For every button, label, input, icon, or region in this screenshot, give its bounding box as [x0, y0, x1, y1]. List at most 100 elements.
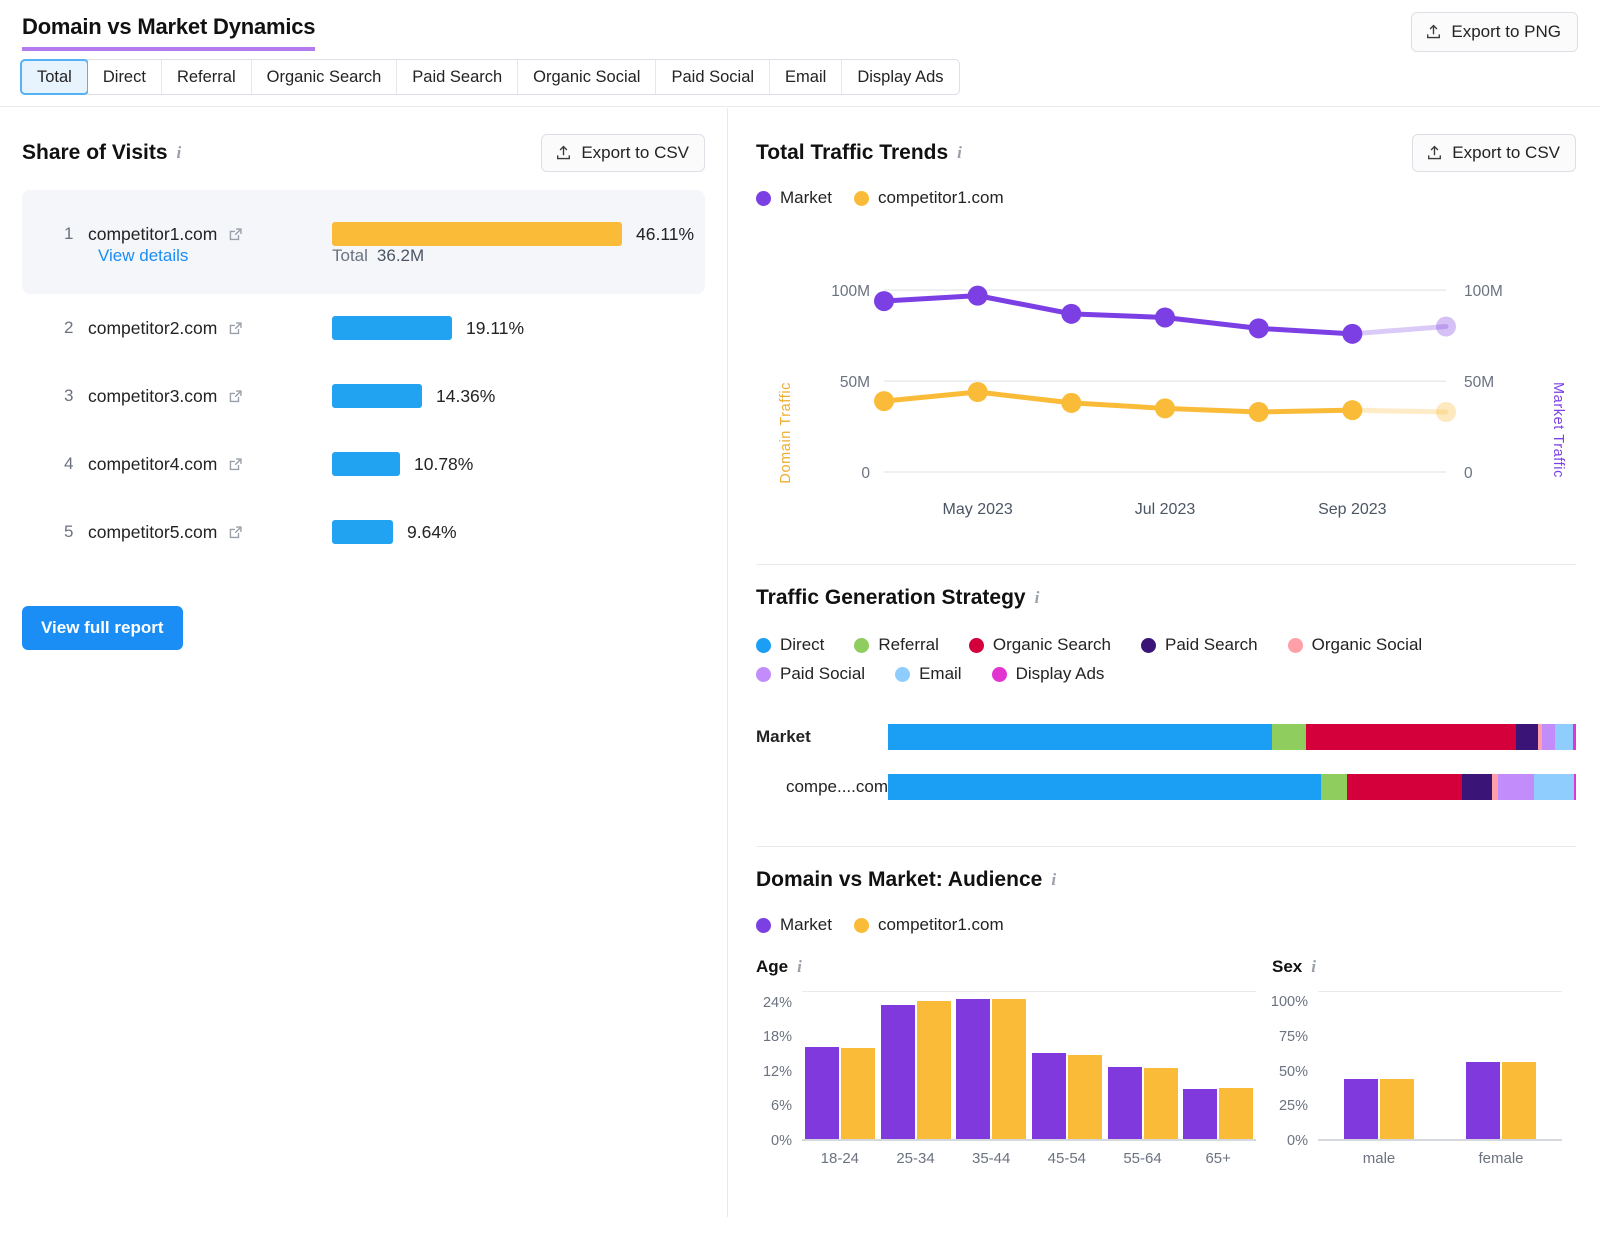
- total-label: Total: [332, 246, 368, 265]
- bar-market[interactable]: [804, 1046, 839, 1139]
- legend-item-market[interactable]: Market: [756, 188, 832, 208]
- tab-organic-search[interactable]: Organic Search: [251, 60, 398, 94]
- stack-segment-paid-search[interactable]: [1516, 724, 1539, 750]
- view-full-report-button[interactable]: View full report: [22, 606, 183, 650]
- legend-item-competitor1-com[interactable]: competitor1.com: [853, 188, 1004, 208]
- legend-item-email[interactable]: Email: [895, 664, 962, 684]
- x-tick-label: May 2023: [943, 501, 1013, 518]
- bar-competitor1-com[interactable]: [1067, 1055, 1102, 1139]
- data-point[interactable]: [1436, 316, 1456, 337]
- tab-direct[interactable]: Direct: [87, 60, 162, 94]
- legend-item-display-ads[interactable]: Display Ads: [991, 664, 1104, 684]
- share-of-visits-export-csv-button[interactable]: Export to CSV: [541, 134, 706, 172]
- bar-competitor1-com[interactable]: [1380, 1078, 1414, 1139]
- bar-market[interactable]: [1183, 1088, 1218, 1139]
- legend-item-organic-social[interactable]: Organic Social: [1287, 635, 1422, 655]
- tab-paid-social[interactable]: Paid Social: [656, 60, 771, 94]
- legend-color-dot: [1141, 637, 1156, 653]
- share-of-visits-row[interactable]: 2 competitor2.com 19.11%: [22, 294, 705, 362]
- share-of-visits-row[interactable]: 3 competitor3.com 14.36%: [22, 362, 705, 430]
- share-bar: [332, 384, 422, 408]
- stack-segment-organic-search[interactable]: [1305, 724, 1517, 750]
- data-point[interactable]: [1248, 402, 1269, 422]
- data-point[interactable]: [1248, 318, 1269, 339]
- data-point[interactable]: [874, 291, 894, 312]
- legend-item-organic-search[interactable]: Organic Search: [968, 635, 1111, 655]
- info-icon[interactable]: i: [1035, 588, 1040, 608]
- legend-item-paid-social[interactable]: Paid Social: [756, 664, 865, 684]
- stack-segment-referral[interactable]: [1271, 724, 1306, 750]
- traffic-trends-export-csv-button[interactable]: Export to CSV: [1412, 134, 1576, 172]
- share-percent-label: 14.36%: [436, 385, 496, 406]
- info-icon[interactable]: i: [177, 143, 182, 163]
- bar-competitor1-com[interactable]: [916, 1000, 951, 1139]
- bar-competitor1-com[interactable]: [992, 998, 1027, 1139]
- export-to-png-button[interactable]: Export to PNG: [1411, 12, 1578, 52]
- view-details-link[interactable]: View details: [22, 246, 332, 266]
- stack-segment-email[interactable]: [1534, 774, 1574, 800]
- tab-organic-social[interactable]: Organic Social: [518, 60, 657, 94]
- tab-referral[interactable]: Referral: [161, 60, 252, 94]
- bar-competitor1-com[interactable]: [1502, 1062, 1536, 1139]
- data-point[interactable]: [1436, 402, 1456, 422]
- data-point[interactable]: [1061, 303, 1082, 324]
- share-of-visits-row[interactable]: 5 competitor5.com 9.64%: [22, 498, 705, 566]
- external-link-icon[interactable]: [217, 457, 243, 472]
- legend-item-direct[interactable]: Direct: [756, 635, 824, 655]
- bar-competitor1-com[interactable]: [1143, 1067, 1178, 1139]
- data-point[interactable]: [1061, 392, 1082, 413]
- data-point[interactable]: [1155, 307, 1175, 328]
- channel-tabs[interactable]: Total Direct Referral Organic Search Paid Se…: [20, 59, 960, 95]
- data-point[interactable]: [1342, 400, 1363, 421]
- data-point[interactable]: [1155, 398, 1175, 419]
- legend-label: competitor1.com: [877, 188, 1004, 207]
- share-of-visits-row[interactable]: 4 competitor4.com 10.78%: [22, 430, 705, 498]
- stack-segment-organic-search[interactable]: [1346, 774, 1463, 800]
- legend-item-paid-search[interactable]: Paid Search: [1141, 635, 1258, 655]
- stack-segment-email[interactable]: [1555, 724, 1574, 750]
- bar-market[interactable]: [1344, 1078, 1378, 1139]
- external-link-icon[interactable]: [217, 389, 243, 404]
- info-icon[interactable]: i: [1051, 870, 1056, 890]
- share-of-visits-row[interactable]: 1 competitor1.com 46.11% View details To…: [22, 190, 706, 294]
- stack-segment-display-ads[interactable]: [1573, 774, 1576, 800]
- bar-market[interactable]: [1107, 1067, 1142, 1139]
- stack-segment-paid-search[interactable]: [1462, 774, 1493, 800]
- external-link-icon[interactable]: [217, 321, 243, 336]
- header-divider: [0, 106, 1600, 107]
- legend-label: Email: [919, 664, 962, 683]
- bar-competitor1-com[interactable]: [1219, 1088, 1254, 1139]
- bar-group: [1180, 991, 1256, 1139]
- data-point[interactable]: [967, 382, 988, 402]
- tab-display-ads[interactable]: Display Ads: [842, 60, 959, 94]
- external-link-icon[interactable]: [217, 525, 243, 540]
- legend-item-competitor1-com[interactable]: competitor1.com: [853, 915, 1004, 935]
- bar-market[interactable]: [956, 998, 991, 1139]
- data-point[interactable]: [874, 391, 894, 412]
- bar-market[interactable]: [1031, 1053, 1066, 1139]
- sex-chart-block: Sex i 0% 25% 50% 75% 100% male female: [1270, 957, 1562, 1167]
- bar-market[interactable]: [880, 1004, 915, 1139]
- bar-competitor1-com[interactable]: [840, 1047, 875, 1139]
- stack-segment-paid-social[interactable]: [1497, 774, 1534, 800]
- stack-segment-display-ads[interactable]: [1573, 724, 1576, 750]
- x-tick-label: 18-24: [820, 1150, 860, 1167]
- tab-paid-search[interactable]: Paid Search: [397, 60, 519, 94]
- external-link-icon[interactable]: [217, 227, 243, 242]
- info-icon[interactable]: i: [957, 143, 962, 163]
- legend-item-referral[interactable]: Referral: [854, 635, 939, 655]
- stack-segment-direct[interactable]: [888, 724, 1272, 750]
- stack-segment-referral[interactable]: [1321, 774, 1347, 800]
- y-tick-label: 100%: [1270, 994, 1308, 1011]
- legend-item-market[interactable]: Market: [756, 915, 832, 935]
- data-point[interactable]: [1342, 323, 1363, 344]
- stack-segment-paid-social[interactable]: [1542, 724, 1556, 750]
- tab-total[interactable]: Total: [20, 59, 89, 95]
- data-point[interactable]: [967, 285, 988, 306]
- tab-email[interactable]: Email: [770, 60, 843, 94]
- info-icon[interactable]: i: [1311, 957, 1316, 977]
- age-x-axis: 18-24 25-34 35-44 45-54 55-64 65+: [802, 1150, 1256, 1167]
- info-icon[interactable]: i: [797, 957, 802, 977]
- bar-market[interactable]: [1466, 1062, 1500, 1139]
- stack-segment-direct[interactable]: [888, 774, 1322, 800]
